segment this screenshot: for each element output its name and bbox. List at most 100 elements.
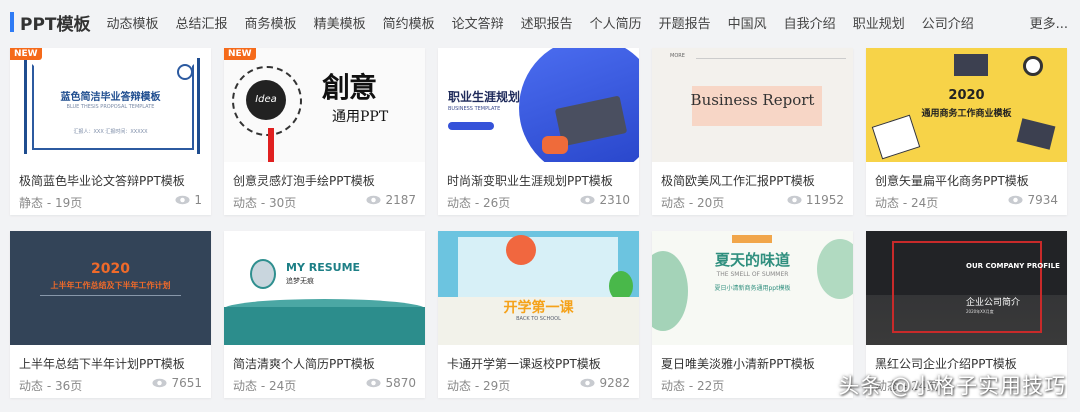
template-meta: 动态 - 26页 xyxy=(447,196,511,210)
category-job-report[interactable]: 述职报告 xyxy=(521,13,573,32)
view-count: 2310 xyxy=(580,193,630,207)
eye-icon xyxy=(580,195,595,205)
template-thumbnail[interactable]: OUR COMPANY PROFILE 企业公司简介 2020年XX月度 xyxy=(866,231,1067,345)
category-list: 动态模板 总结汇报 商务模板 精美模板 简约模板 论文答辩 述职报告 个人简历 … xyxy=(107,13,1070,32)
more-link[interactable]: 更多... xyxy=(1030,13,1068,32)
category-exquisite[interactable]: 精美模板 xyxy=(314,13,366,32)
template-title[interactable]: 创意矢量扁平化商务PPT模板 xyxy=(875,172,1061,189)
template-card[interactable]: 夏天的味道 THE SMELL OF SUMMER 夏日小清新商务通用ppt模板… xyxy=(652,231,853,398)
template-card[interactable]: Idea 創意 通用PPT NEW 创意灵感灯泡手绘PPT模板 动态 - 30页… xyxy=(224,48,425,215)
template-meta: 静态 - 19页 xyxy=(19,196,83,210)
thumbnail-subtitle: 通用PPT xyxy=(332,109,389,125)
view-count: 1 xyxy=(175,193,202,207)
thumbnail-heading: 职业生涯规划 xyxy=(448,90,521,104)
new-badge: NEW xyxy=(10,48,42,60)
thumbnail-subtitle: 追梦无痕 xyxy=(286,277,314,285)
avatar xyxy=(250,259,276,289)
category-dynamic[interactable]: 动态模板 xyxy=(107,13,159,32)
template-thumbnail[interactable]: 开学第一课 BACK TO SCHOOL xyxy=(438,231,639,345)
view-count: 2187 xyxy=(366,193,416,207)
template-card[interactable]: 职业生涯规划 BUSINESS TEMPLATE 时尚渐变职业生涯规划PPT模板… xyxy=(438,48,639,215)
template-title[interactable]: 上半年总结下半年计划PPT模板 xyxy=(19,355,205,372)
thumbnail-heading: Business Report xyxy=(690,91,815,109)
template-card[interactable]: MORE Business Report 极简欧美风工作汇报PPT模板 动态 -… xyxy=(652,48,853,215)
template-card[interactable]: 蓝色简洁毕业答辩模板 BLUE THESIS PROPOSAL TEMPLATE… xyxy=(10,48,211,215)
template-thumbnail[interactable]: 蓝色简洁毕业答辩模板 BLUE THESIS PROPOSAL TEMPLATE… xyxy=(10,48,211,162)
thumbnail-subtitle: THE SMELL OF SUMMER xyxy=(716,271,789,278)
thumbnail-bulb-text: Idea xyxy=(246,80,286,120)
thumbnail-subtitle: BLUE THESIS PROPOSAL TEMPLATE xyxy=(66,104,155,110)
template-meta: 动态 - 29页 xyxy=(447,379,511,393)
template-thumbnail[interactable]: Idea 創意 通用PPT NEW xyxy=(224,48,425,162)
view-count: 9282 xyxy=(580,376,630,390)
view-count-value: 5870 xyxy=(385,376,416,390)
template-title[interactable]: 卡通开学第一课返校PPT模板 xyxy=(447,355,633,372)
category-resume[interactable]: 个人简历 xyxy=(590,13,642,32)
section-title: PPT模板 xyxy=(20,14,91,35)
template-thumbnail[interactable]: 职业生涯规划 BUSINESS TEMPLATE xyxy=(438,48,639,162)
view-count: 5870 xyxy=(366,376,416,390)
template-thumbnail[interactable]: 2020 上半年工作总结及下半年工作计划 xyxy=(10,231,211,345)
thumbnail-subtitle: BUSINESS TEMPLATE xyxy=(448,106,501,112)
thumbnail-subtitle: BACK TO SCHOOL xyxy=(516,316,561,322)
thumbnail-heading: 2020 xyxy=(948,88,985,103)
category-bar: PPT模板 动态模板 总结汇报 商务模板 精美模板 简约模板 论文答辩 述职报告… xyxy=(0,0,1080,44)
view-count-value: 11952 xyxy=(805,193,844,207)
paper-icon xyxy=(871,114,921,160)
category-proposal[interactable]: 开题报告 xyxy=(659,13,711,32)
envelope-icon xyxy=(954,54,988,76)
view-count-value: 7934 xyxy=(1027,193,1058,207)
category-thesis-defense[interactable]: 论文答辩 xyxy=(452,13,504,32)
view-count: 11952 xyxy=(787,193,844,207)
thumbnail-footer: 汇报人：XXX 汇报时间：XXXXX xyxy=(73,129,148,135)
view-count-value: 2187 xyxy=(385,193,416,207)
template-title[interactable]: 夏日唯美淡雅小清新PPT模板 xyxy=(661,355,847,372)
template-meta: 动态 - 24页 xyxy=(875,196,939,210)
category-business[interactable]: 商务模板 xyxy=(245,13,297,32)
phone-icon xyxy=(1016,118,1056,150)
school-seal-icon xyxy=(177,64,193,80)
eye-icon xyxy=(152,378,167,388)
template-title[interactable]: 极简欧美风工作汇报PPT模板 xyxy=(661,172,847,189)
thumbnail-caption: 2020年XX月度 xyxy=(966,309,994,314)
template-title[interactable]: 极简蓝色毕业论文答辩PPT模板 xyxy=(19,172,205,189)
template-title[interactable]: 时尚渐变职业生涯规划PPT模板 xyxy=(447,172,633,189)
coffee-cup-icon xyxy=(1023,56,1043,76)
category-chinese-style[interactable]: 中国风 xyxy=(728,13,767,32)
template-card[interactable]: 2020 上半年工作总结及下半年工作计划 上半年总结下半年计划PPT模板 动态 … xyxy=(10,231,211,398)
thumbnail-tag xyxy=(732,235,772,243)
template-meta: 动态 - 30页 xyxy=(233,196,297,210)
thumbnail-heading: MY RESUME xyxy=(286,261,361,274)
template-card[interactable]: 2020 通用商务工作商业模板 创意矢量扁平化商务PPT模板 动态 - 24页 … xyxy=(866,48,1067,215)
thumbnail-subtitle: 上半年工作总结及下半年工作计划 xyxy=(50,281,171,290)
template-meta: 动态 - 20页 xyxy=(661,196,725,210)
eye-icon xyxy=(580,378,595,388)
title-accent-bar xyxy=(10,12,14,32)
category-career[interactable]: 职业规划 xyxy=(853,13,905,32)
view-count-value: 2310 xyxy=(599,193,630,207)
thumbnail-subtitle: 企业公司简介 xyxy=(966,298,1021,308)
template-title[interactable]: 创意灵感灯泡手绘PPT模板 xyxy=(233,172,419,189)
eye-icon xyxy=(366,195,381,205)
template-title[interactable]: 简洁清爽个人简历PPT模板 xyxy=(233,355,419,372)
template-card[interactable]: 开学第一课 BACK TO SCHOOL 卡通开学第一课返校PPT模板 动态 -… xyxy=(438,231,639,398)
template-card[interactable]: MY RESUME 追梦无痕 简洁清爽个人简历PPT模板 动态 - 24页 58… xyxy=(224,231,425,398)
template-thumbnail[interactable]: MY RESUME 追梦无痕 xyxy=(224,231,425,345)
template-thumbnail[interactable]: 夏天的味道 THE SMELL OF SUMMER 夏日小清新商务通用ppt模板 xyxy=(652,231,853,345)
thumbnail-caption: 夏日小清新商务通用ppt模板 xyxy=(714,285,791,292)
new-badge: NEW xyxy=(224,48,256,60)
view-count: 7651 xyxy=(152,376,202,390)
category-self-intro[interactable]: 自我介绍 xyxy=(784,13,836,32)
category-summary[interactable]: 总结汇报 xyxy=(176,13,228,32)
thumbnail-heading: 夏天的味道 xyxy=(714,251,790,269)
view-count-value: 1 xyxy=(194,193,202,207)
thumbnail-heading: OUR COMPANY PROFILE xyxy=(966,262,1060,270)
template-meta: 动态 - 36页 xyxy=(19,379,83,393)
template-thumbnail[interactable]: 2020 通用商务工作商业模板 xyxy=(866,48,1067,162)
eye-icon xyxy=(1008,195,1023,205)
view-count: 7934 xyxy=(1008,193,1058,207)
template-thumbnail[interactable]: MORE Business Report xyxy=(652,48,853,162)
category-simple[interactable]: 简约模板 xyxy=(383,13,435,32)
category-company-intro[interactable]: 公司介绍 xyxy=(922,13,974,32)
template-meta: 动态 - 24页 xyxy=(233,379,297,393)
